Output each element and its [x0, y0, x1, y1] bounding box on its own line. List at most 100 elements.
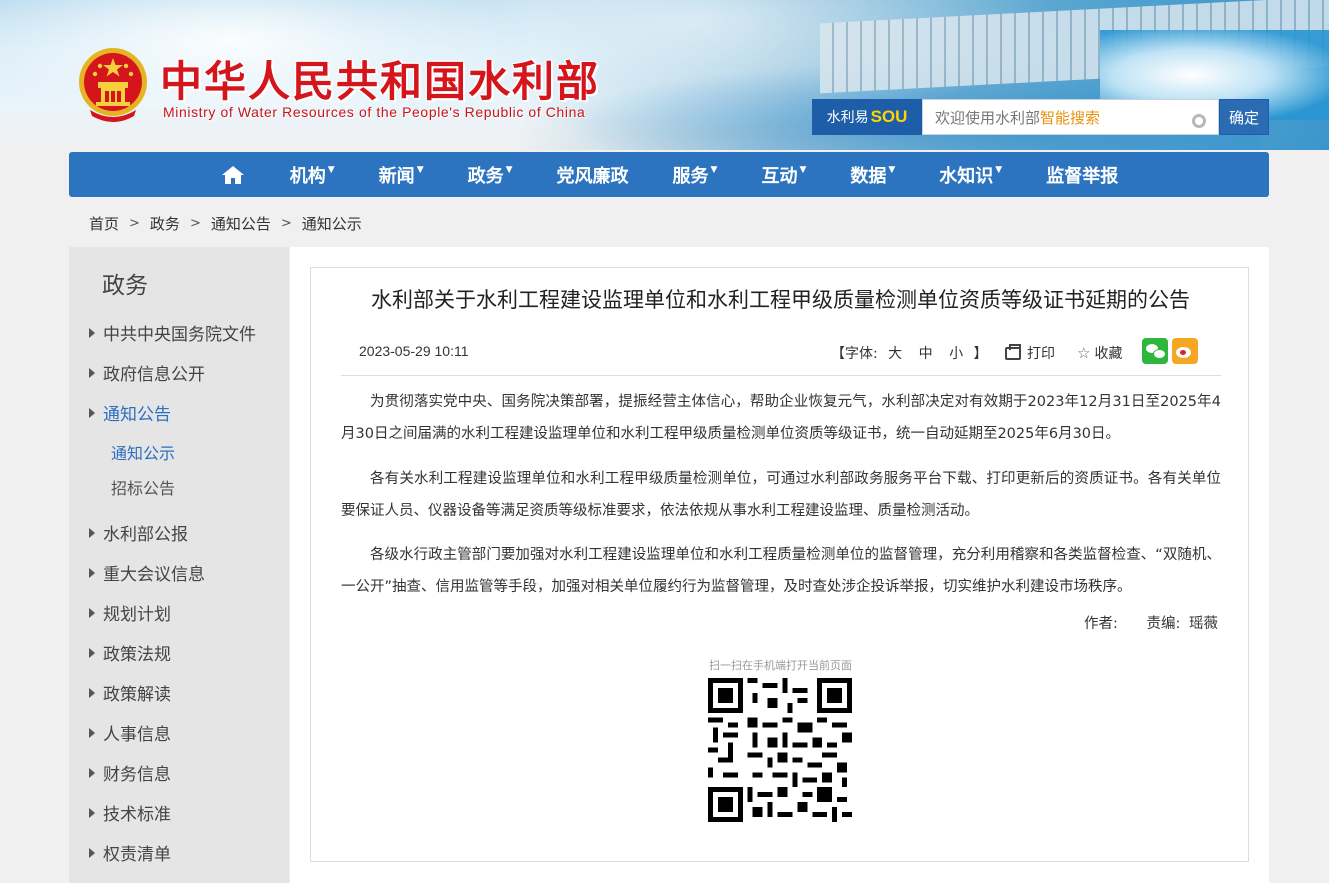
search-placeholder-main: 欢迎使用水利部 — [935, 108, 1041, 127]
gear-icon[interactable] — [1192, 114, 1206, 128]
caret-down-icon: ▼ — [416, 164, 424, 175]
nav-item-zhengwu[interactable]: 政务 ▼ — [446, 152, 535, 197]
sidebar-item-label: 通知公告 — [103, 405, 171, 425]
editor-label: 责编: — [1146, 616, 1181, 632]
nav-item-shuju[interactable]: 数据 ▼ — [828, 152, 917, 197]
nav-item-jigou[interactable]: 机构 ▼ — [268, 152, 357, 197]
nav-item-fuwu[interactable]: 服务 ▼ — [651, 152, 740, 197]
qr-code — [708, 678, 852, 822]
sidebar-item-label: 人事信息 — [103, 725, 171, 745]
caret-down-icon: ▼ — [505, 164, 513, 175]
nav-home-button[interactable] — [198, 152, 268, 197]
triangle-right-icon — [89, 367, 95, 378]
sidebar-item-label: 政策法规 — [103, 645, 171, 665]
nav-item-label: 数据 — [850, 165, 887, 187]
sidebar-item-label: 水利部公报 — [103, 525, 188, 545]
search-submit-button[interactable]: 确定 — [1219, 99, 1269, 135]
triangle-right-icon — [89, 647, 95, 658]
sidebar-item-xinxi-gongkai[interactable]: 政府信息公开 — [89, 360, 205, 385]
sidebar-item-label: 政策解读 — [103, 685, 171, 705]
qr-caption: 扫一扫在手机端打开当前页面 — [709, 659, 852, 672]
triangle-right-icon — [89, 567, 95, 578]
favorite-button[interactable]: ☆ 收藏 — [1077, 343, 1122, 363]
main-nav: 机构 ▼ 新闻 ▼ 政务 ▼ 党风廉政 服务 ▼ 互动 ▼ 数据 ▼ 水知识 ▼ 监督举报 — [69, 152, 1269, 197]
weibo-icon[interactable] — [1172, 338, 1198, 364]
home-icon — [221, 165, 244, 184]
triangle-right-icon — [89, 607, 95, 618]
font-label-open: 【字体: — [831, 346, 878, 362]
sidebar-item-caiwu-xinxi[interactable]: 财务信息 — [89, 760, 171, 785]
nav-item-hudong[interactable]: 互动 ▼ — [739, 152, 828, 197]
nav-item-shuizhishi[interactable]: 水知识 ▼ — [917, 152, 1024, 197]
sidebar-item-zhengce-jiedu[interactable]: 政策解读 — [89, 680, 171, 705]
sidebar-subitem-zhaobiao-gonggao[interactable]: 招标公告 — [111, 475, 175, 499]
sidebar-item-guihua-jihua[interactable]: 规划计划 — [89, 600, 171, 625]
print-button[interactable]: 打印 — [1005, 343, 1055, 363]
breadcrumb: 首页 > 政务 > 通知公告 > 通知公示 — [89, 213, 362, 234]
caret-down-icon: ▼ — [799, 164, 807, 175]
sidebar-item-label: 规划计划 — [103, 605, 171, 625]
breadcrumb-tongzhigonggao[interactable]: 通知公告 — [211, 213, 271, 234]
nav-item-label: 新闻 — [378, 165, 415, 187]
site-header: 中华人民共和国水利部 Ministry of Water Resources o… — [0, 0, 1329, 150]
site-subtitle: Ministry of Water Resources of the Peopl… — [163, 104, 586, 120]
font-small-button[interactable]: 小 — [949, 346, 963, 362]
sidebar-subitem-tongzhi-gongshi[interactable]: 通知公示 — [111, 440, 175, 464]
sidebar-item-label: 技术标准 — [103, 805, 171, 825]
article-byline: 作者: 责编: 瑶薇 — [1084, 612, 1218, 633]
breadcrumb-home[interactable]: 首页 — [89, 213, 119, 234]
triangle-right-icon — [89, 407, 95, 418]
triangle-right-icon — [89, 847, 95, 858]
breadcrumb-separator: > — [280, 216, 292, 231]
sidebar-item-label: 权责清单 — [103, 845, 171, 865]
nav-item-label: 水知识 — [939, 165, 994, 187]
triangle-right-icon — [89, 807, 95, 818]
national-emblem-icon[interactable] — [76, 44, 150, 126]
nav-item-xinwen[interactable]: 新闻 ▼ — [357, 152, 446, 197]
triangle-right-icon — [89, 527, 95, 538]
caret-down-icon: ▼ — [710, 164, 718, 175]
triangle-right-icon — [89, 727, 95, 738]
search-input[interactable]: 欢迎使用水利部 智能搜索 — [922, 99, 1219, 135]
sidebar-item-zhengce-fagui[interactable]: 政策法规 — [89, 640, 171, 665]
print-label: 打印 — [1027, 346, 1055, 362]
sidebar-item-label: 重大会议信息 — [103, 565, 205, 585]
sidebar-item-jishu-biaozhun[interactable]: 技术标准 — [89, 800, 171, 825]
author-label: 作者: — [1084, 616, 1118, 632]
breadcrumb-separator: > — [189, 216, 201, 231]
search-placeholder-highlight: 智能搜索 — [1040, 108, 1101, 127]
font-medium-button[interactable]: 中 — [919, 346, 933, 362]
site-title[interactable]: 中华人民共和国水利部 — [160, 48, 600, 109]
nav-item-label: 互动 — [761, 165, 798, 187]
sidebar-item-renshi-xinxi[interactable]: 人事信息 — [89, 720, 171, 745]
nav-item-jiandu[interactable]: 监督举报 — [1024, 152, 1140, 197]
font-size-selector: 【字体: 大 中 小 】 — [831, 343, 988, 363]
breadcrumb-tongzhigongshi[interactable]: 通知公示 — [302, 213, 362, 234]
sidebar-title: 政务 — [102, 273, 148, 299]
breadcrumb-separator: > — [129, 216, 140, 231]
sidebar-item-tongzhi-gonggao[interactable]: 通知公告 — [89, 400, 171, 425]
sidebar-item-zhongyang-wenjian[interactable]: 中共中央国务院文件 — [89, 320, 256, 345]
font-large-button[interactable]: 大 — [888, 346, 902, 362]
nav-item-label: 监督举报 — [1046, 165, 1119, 187]
triangle-right-icon — [89, 327, 95, 338]
search-bar: 水利易 SOU 欢迎使用水利部 智能搜索 确定 — [812, 99, 1269, 135]
sidebar-item-gongbao[interactable]: 水利部公报 — [89, 520, 188, 545]
breadcrumb-zhengwu[interactable]: 政务 — [150, 213, 180, 234]
nav-item-dangfeng[interactable]: 党风廉政 — [535, 152, 651, 197]
favorite-label: 收藏 — [1094, 346, 1123, 362]
article-paragraph: 为贯彻落实党中央、国务院决策部署，提振经营主体信心，帮助企业恢复元气，水利部决定… — [341, 394, 1221, 442]
article-paragraph: 各级水行政主管部门要加强对水利工程建设监理单位和水利工程质量检测单位的监督管理，… — [341, 547, 1221, 595]
triangle-right-icon — [89, 767, 95, 778]
nav-item-label: 党风廉政 — [556, 165, 629, 187]
article-paragraph: 各有关水利工程建设监理单位和水利工程甲级质量检测单位，可通过水利部政务服务平台下… — [341, 471, 1221, 519]
nav-item-label: 机构 — [289, 165, 326, 187]
sidebar-item-quanze-qingdan[interactable]: 权责清单 — [89, 840, 171, 865]
triangle-right-icon — [89, 687, 95, 698]
editor-name: 瑶薇 — [1189, 616, 1218, 632]
wechat-icon[interactable] — [1142, 338, 1168, 364]
article-meta: 2023-05-29 10:11 【字体: 大 中 小 】 打印 ☆ 收藏 — [341, 330, 1221, 376]
caret-down-icon: ▼ — [327, 164, 335, 175]
sidebar-item-zhongda-huiyi[interactable]: 重大会议信息 — [89, 560, 205, 585]
caret-down-icon: ▼ — [995, 164, 1003, 175]
